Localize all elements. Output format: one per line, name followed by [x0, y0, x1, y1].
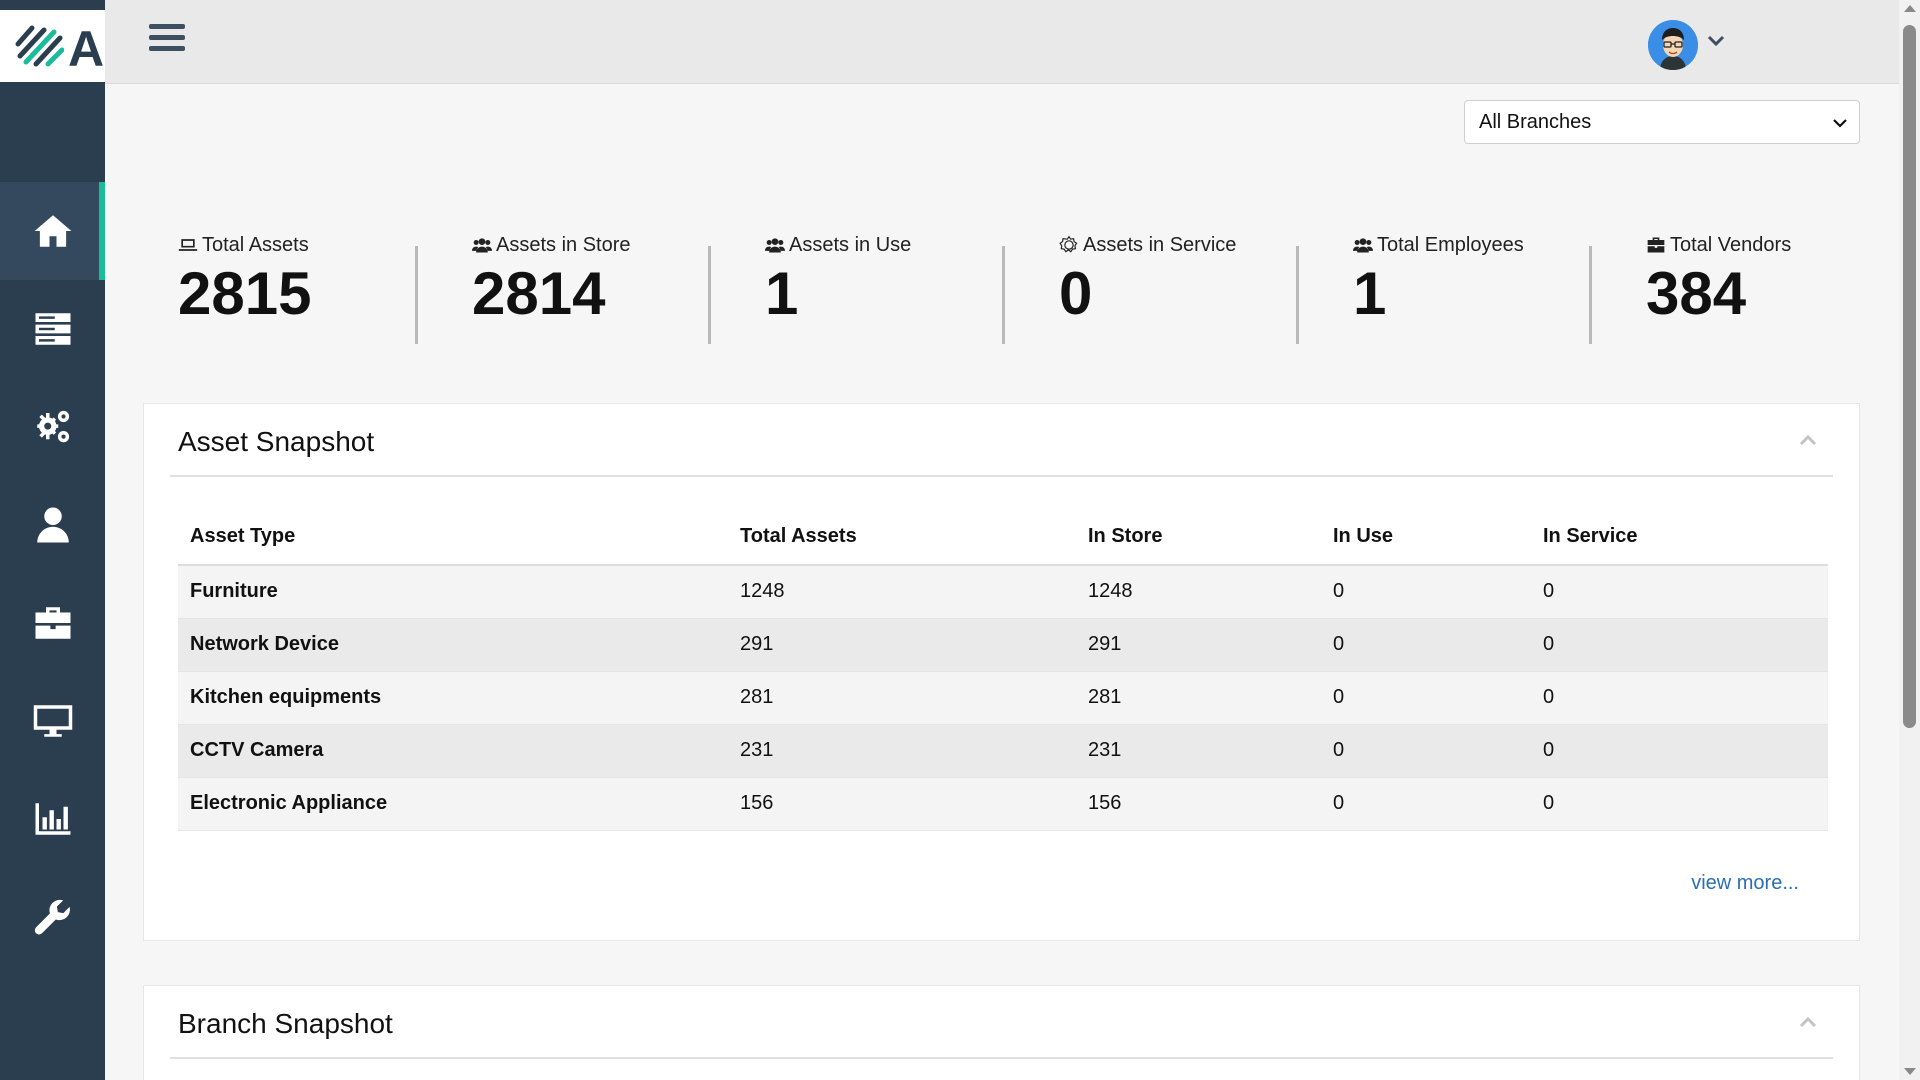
table-cell: 281: [728, 671, 1076, 725]
chevron-up-icon[interactable]: [1797, 1014, 1819, 1030]
hamburger-icon[interactable]: [149, 24, 185, 56]
stat-divider: [415, 246, 418, 344]
column-header: Asset Type: [178, 509, 728, 566]
table-cell: 0: [1531, 565, 1828, 619]
page-scrollbar[interactable]: [1899, 0, 1920, 1080]
asset-snapshot-panel: Asset Snapshot Asset Type Total Assets I…: [143, 403, 1860, 941]
service-gear-icon: [1059, 235, 1078, 253]
stat-divider: [1296, 246, 1299, 344]
panel-header: Branch Snapshot: [170, 986, 1833, 1059]
sidebar-item-devices[interactable]: [0, 672, 105, 770]
asset-type-cell: Network Device: [178, 618, 728, 672]
user-icon: [36, 507, 69, 543]
briefcase-icon: [35, 607, 70, 639]
user-avatar-icon[interactable]: [1648, 20, 1698, 70]
scroll-up-arrow-icon[interactable]: [1904, 5, 1916, 12]
stat-label: Assets in Use: [789, 233, 912, 256]
table-cell: 291: [728, 618, 1076, 672]
chevron-up-icon[interactable]: [1797, 432, 1819, 448]
briefcase-icon: [1647, 237, 1665, 253]
column-header: In Store: [1076, 509, 1321, 566]
stat-divider: [708, 246, 711, 344]
stat-label: Total Employees: [1377, 233, 1524, 256]
scroll-down-arrow-icon[interactable]: [1904, 1068, 1916, 1075]
scroll-thumb[interactable]: [1903, 25, 1916, 728]
column-header: In Service: [1531, 509, 1828, 566]
branch-select-value: All Branches: [1479, 110, 1592, 133]
branch-select[interactable]: All Branches: [1464, 100, 1860, 144]
desktop-icon: [33, 705, 72, 737]
asset-table: Asset Type Total Assets In Store In Use …: [178, 509, 1828, 831]
sidebar-item-reports[interactable]: [0, 770, 105, 868]
panel-title: Asset Snapshot: [178, 426, 375, 457]
logo-text: A: [68, 21, 104, 77]
table-cell: 281: [1076, 671, 1321, 725]
stat-total-vendors: Total Vendors 384: [1646, 230, 1920, 350]
sidebar-item-users[interactable]: [0, 476, 105, 574]
sidebar-item-vendors[interactable]: [0, 574, 105, 672]
asset-type-cell: Electronic Appliance: [178, 777, 728, 831]
asset-type-cell: Kitchen equipments: [178, 671, 728, 725]
table-row: Electronic Appliance 156 156 0 0: [178, 777, 1828, 831]
table-cell: 291: [1076, 618, 1321, 672]
table-cell: 0: [1321, 671, 1531, 725]
stat-label: Assets in Service: [1083, 233, 1237, 256]
table-cell: 1248: [728, 565, 1076, 619]
table-row: Furniture 1248 1248 0 0: [178, 565, 1828, 619]
table-row: Network Device 291 291 0 0: [178, 618, 1828, 672]
stat-divider: [1589, 246, 1592, 344]
table-cell: 231: [728, 724, 1076, 778]
bar-chart-icon: [35, 803, 70, 835]
chevron-down-icon[interactable]: [1705, 30, 1727, 52]
users-icon: [1353, 238, 1373, 253]
table-row: Kitchen equipments 281 281 0 0: [178, 671, 1828, 725]
table-cell: 0: [1531, 618, 1828, 672]
table-cell: 231: [1076, 724, 1321, 778]
table-cell: 0: [1531, 724, 1828, 778]
logo[interactable]: A: [0, 0, 105, 82]
stats-row: Total Assets 2815 Assets in Store 2814 A…: [145, 230, 1865, 350]
sidebar: A: [0, 0, 105, 1080]
table-cell: 0: [1531, 671, 1828, 725]
users-icon: [472, 238, 492, 253]
table-cell: 0: [1321, 724, 1531, 778]
asset-type-cell: CCTV Camera: [178, 724, 728, 778]
sidebar-item-home[interactable]: [0, 182, 105, 280]
home-icon: [34, 215, 71, 247]
table-cell: 0: [1321, 618, 1531, 672]
sidebar-nav: [0, 182, 105, 966]
table-cell: 0: [1321, 777, 1531, 831]
panel-header: Asset Snapshot: [170, 404, 1833, 477]
table-header-row: Asset Type Total Assets In Store In Use …: [178, 509, 1828, 566]
table-cell: 1248: [1076, 565, 1321, 619]
stat-label: Assets in Store: [496, 233, 631, 256]
laptop-icon: [178, 239, 198, 251]
view-more-link[interactable]: view more...: [1691, 872, 1799, 895]
stat-value: 384: [1646, 260, 1747, 327]
sidebar-item-tools[interactable]: [0, 868, 105, 966]
table-row: CCTV Camera 231 231 0 0: [178, 724, 1828, 778]
table-cell: 0: [1531, 777, 1828, 831]
sidebar-item-settings[interactable]: [0, 378, 105, 476]
chevron-down-icon: [1833, 119, 1847, 128]
top-bar: [105, 0, 1899, 84]
column-header: Total Assets: [728, 509, 1076, 566]
column-header: In Use: [1321, 509, 1531, 566]
table-cell: 156: [728, 777, 1076, 831]
panel-title: Branch Snapshot: [178, 1008, 393, 1039]
stat-label: Total Assets: [202, 233, 309, 256]
table-cell: 156: [1076, 777, 1321, 831]
asset-type-cell: Furniture: [178, 565, 728, 619]
sidebar-item-assets[interactable]: [0, 280, 105, 378]
table-cell: 0: [1321, 565, 1531, 619]
wrench-icon: [34, 899, 70, 935]
server-icon: [35, 313, 70, 345]
stat-divider: [1002, 246, 1005, 344]
stat-label: Total Vendors: [1670, 233, 1792, 256]
logo-mark-icon: [15, 25, 64, 67]
users-icon: [765, 238, 785, 253]
branch-snapshot-panel: Branch Snapshot: [143, 985, 1860, 1080]
gears-icon: [36, 410, 69, 443]
